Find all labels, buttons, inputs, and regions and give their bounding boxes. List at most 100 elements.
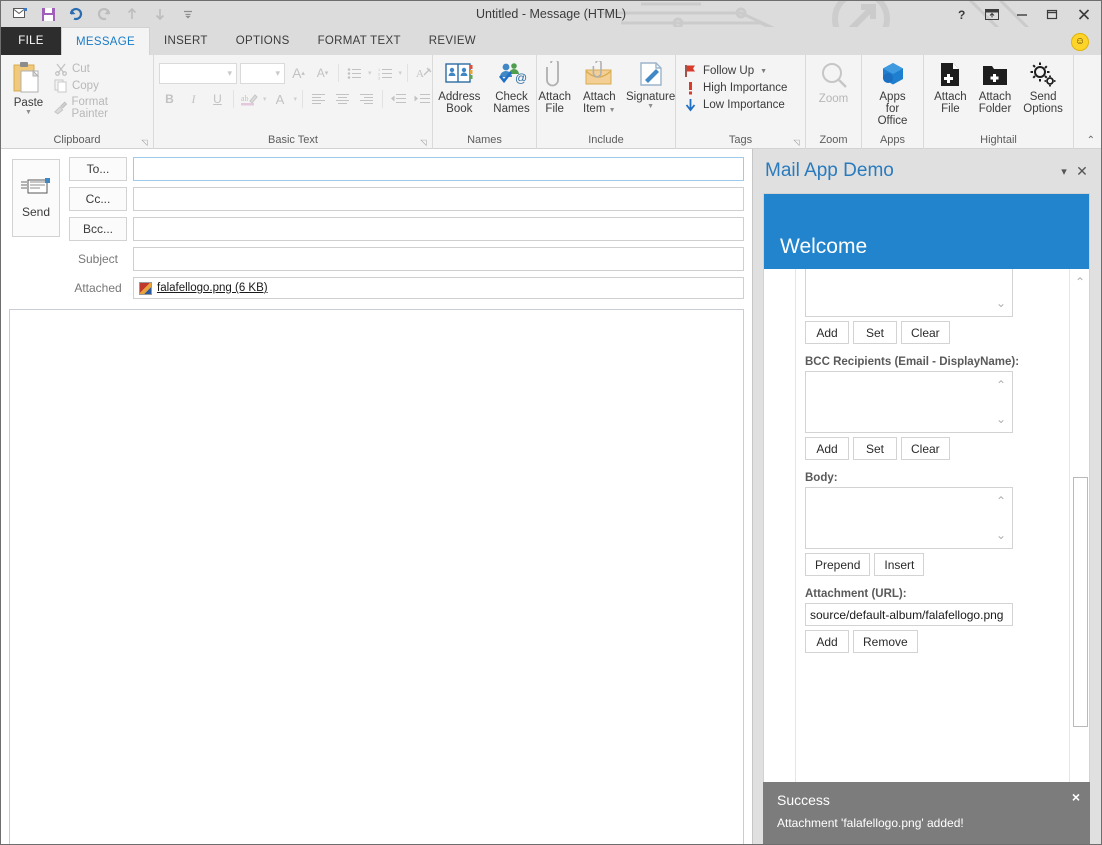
cc-button[interactable]: Cc... — [69, 187, 127, 211]
cc-recipients-textarea[interactable]: ⌃ ⌄ — [805, 269, 1013, 317]
redo-icon[interactable] — [91, 2, 117, 26]
bcc-add-button[interactable]: Add — [805, 437, 849, 460]
follow-up-button[interactable]: Follow Up ▼ — [681, 64, 800, 78]
hightail-send-options-button[interactable]: Send Options — [1017, 59, 1069, 115]
bcc-recipients-textarea[interactable]: ⌃ ⌄ — [805, 371, 1013, 433]
help-icon[interactable]: ? — [947, 1, 977, 27]
scroll-down-icon[interactable]: ⌄ — [996, 529, 1006, 541]
message-icon[interactable] — [7, 2, 33, 26]
cut-button[interactable]: Cut — [51, 61, 148, 77]
task-pane-close-icon[interactable]: ✕ — [1073, 162, 1091, 180]
zoom-button[interactable]: Zoom — [811, 59, 856, 105]
minimize-icon[interactable] — [1007, 1, 1037, 27]
tab-format-text[interactable]: FORMAT TEXT — [304, 27, 415, 55]
hightail-attach-folder-button[interactable]: Attach Folder — [973, 59, 1018, 115]
shrink-font-button[interactable]: A▾ — [312, 63, 333, 84]
up-icon[interactable] — [119, 2, 145, 26]
maximize-icon[interactable] — [1037, 1, 1067, 27]
tab-message[interactable]: MESSAGE — [61, 27, 150, 55]
customize-qat-icon[interactable] — [175, 2, 201, 26]
subject-input[interactable] — [133, 247, 744, 271]
cc-add-button[interactable]: Add — [805, 321, 849, 344]
tab-file[interactable]: FILE — [1, 27, 61, 55]
attachment-add-button[interactable]: Add — [805, 630, 849, 653]
grow-font-button[interactable]: A▴ — [288, 63, 309, 84]
italic-button[interactable]: I — [183, 89, 204, 110]
increase-indent-button[interactable] — [412, 89, 433, 110]
underline-button[interactable]: U — [207, 89, 228, 110]
scroll-up-icon[interactable]: ⌃ — [996, 495, 1006, 507]
tags-dialog-launcher[interactable]: ◹ — [792, 138, 801, 147]
cc-input[interactable] — [133, 187, 744, 211]
numbering-dropdown-icon[interactable]: ▾ — [399, 69, 403, 77]
font-color-button[interactable]: A — [270, 89, 291, 110]
attach-item-button[interactable]: Attach Item ▼ — [577, 59, 622, 117]
clipboard-dialog-launcher[interactable]: ◹ — [140, 138, 149, 147]
down-icon[interactable] — [147, 2, 173, 26]
check-names-button[interactable]: @ Check Names — [487, 59, 535, 115]
tab-review[interactable]: REVIEW — [415, 27, 490, 55]
basic-text-dialog-launcher[interactable]: ◹ — [419, 138, 428, 147]
clear-formatting-button[interactable]: A — [413, 63, 434, 84]
paste-button[interactable]: Paste ▼ — [6, 59, 51, 116]
chevron-down-icon[interactable]: ▾ — [1055, 162, 1073, 180]
bcc-clear-button[interactable]: Clear — [901, 437, 950, 460]
body-textarea[interactable]: ⌃ ⌄ — [805, 487, 1013, 549]
ribbon-display-options-icon[interactable] — [977, 1, 1007, 27]
close-icon[interactable] — [1067, 1, 1101, 27]
align-right-button[interactable] — [356, 89, 377, 110]
smiley-face-icon[interactable]: ☺ — [1071, 33, 1089, 51]
signature-button[interactable]: Signature ▼ — [622, 59, 680, 111]
font-size-combo[interactable]: ▾ — [240, 63, 285, 84]
attachment-item[interactable]: falafellogo.png (6 KB) — [157, 282, 268, 294]
send-button[interactable]: Send — [12, 159, 60, 237]
undo-icon[interactable] — [63, 2, 89, 26]
low-importance-button[interactable]: Low Importance — [681, 98, 800, 112]
high-importance-button[interactable]: High Importance — [681, 81, 800, 95]
numbering-button[interactable]: 123 — [375, 63, 396, 84]
attachment-url-input[interactable]: source/default-album/falafellogo.png — [805, 603, 1013, 626]
bullets-dropdown-icon[interactable]: ▾ — [368, 69, 372, 77]
app-scrollbar[interactable]: ⌃ — [1069, 269, 1089, 808]
apps-for-office-button[interactable]: Apps for Office — [867, 59, 918, 127]
align-center-button[interactable] — [332, 89, 353, 110]
format-painter-button[interactable]: Format Painter — [51, 95, 148, 121]
font-name-combo[interactable]: ▾ — [159, 63, 237, 84]
cc-clear-button[interactable]: Clear — [901, 321, 950, 344]
window-controls[interactable]: ? — [947, 1, 1101, 27]
quick-access-toolbar[interactable] — [7, 1, 201, 27]
scrollbar-thumb[interactable] — [1073, 477, 1088, 727]
scroll-up-icon[interactable]: ⌃ — [996, 269, 1006, 275]
to-input[interactable] — [133, 157, 744, 181]
scroll-down-icon[interactable]: ⌄ — [996, 413, 1006, 425]
message-body-editor[interactable] — [9, 309, 744, 845]
bcc-input[interactable] — [133, 217, 744, 241]
body-prepend-button[interactable]: Prepend — [805, 553, 870, 576]
to-button[interactable]: To... — [69, 157, 127, 181]
bcc-set-button[interactable]: Set — [853, 437, 897, 460]
scroll-up-icon[interactable]: ⌃ — [996, 379, 1006, 391]
toast-close-icon[interactable]: × — [1072, 789, 1080, 805]
attachment-remove-button[interactable]: Remove — [853, 630, 918, 653]
attach-file-button[interactable]: Attach File — [532, 59, 577, 115]
bcc-button[interactable]: Bcc... — [69, 217, 127, 241]
decrease-indent-button[interactable] — [388, 89, 409, 110]
highlight-dropdown-icon[interactable]: ▾ — [263, 95, 267, 103]
cc-set-button[interactable]: Set — [853, 321, 897, 344]
ribbon-tab-strip[interactable]: FILE MESSAGE INSERT OPTIONS FORMAT TEXT … — [1, 27, 1101, 55]
scroll-up-icon[interactable]: ⌃ — [1075, 275, 1085, 289]
tab-insert[interactable]: INSERT — [150, 27, 222, 55]
attachment-list[interactable]: falafellogo.png (6 KB) — [133, 277, 744, 299]
font-color-dropdown-icon[interactable]: ▾ — [294, 95, 298, 103]
bullets-button[interactable] — [344, 63, 365, 84]
copy-button[interactable]: Copy — [51, 78, 148, 94]
hightail-attach-file-button[interactable]: Attach File — [928, 59, 973, 115]
align-left-button[interactable] — [308, 89, 329, 110]
tab-options[interactable]: OPTIONS — [222, 27, 304, 55]
save-icon[interactable] — [35, 2, 61, 26]
bold-button[interactable]: B — [159, 89, 180, 110]
scroll-down-icon[interactable]: ⌄ — [996, 297, 1006, 309]
text-highlight-button[interactable]: ab — [239, 89, 260, 110]
address-book-button[interactable]: Address Book — [433, 59, 485, 115]
body-insert-button[interactable]: Insert — [874, 553, 924, 576]
